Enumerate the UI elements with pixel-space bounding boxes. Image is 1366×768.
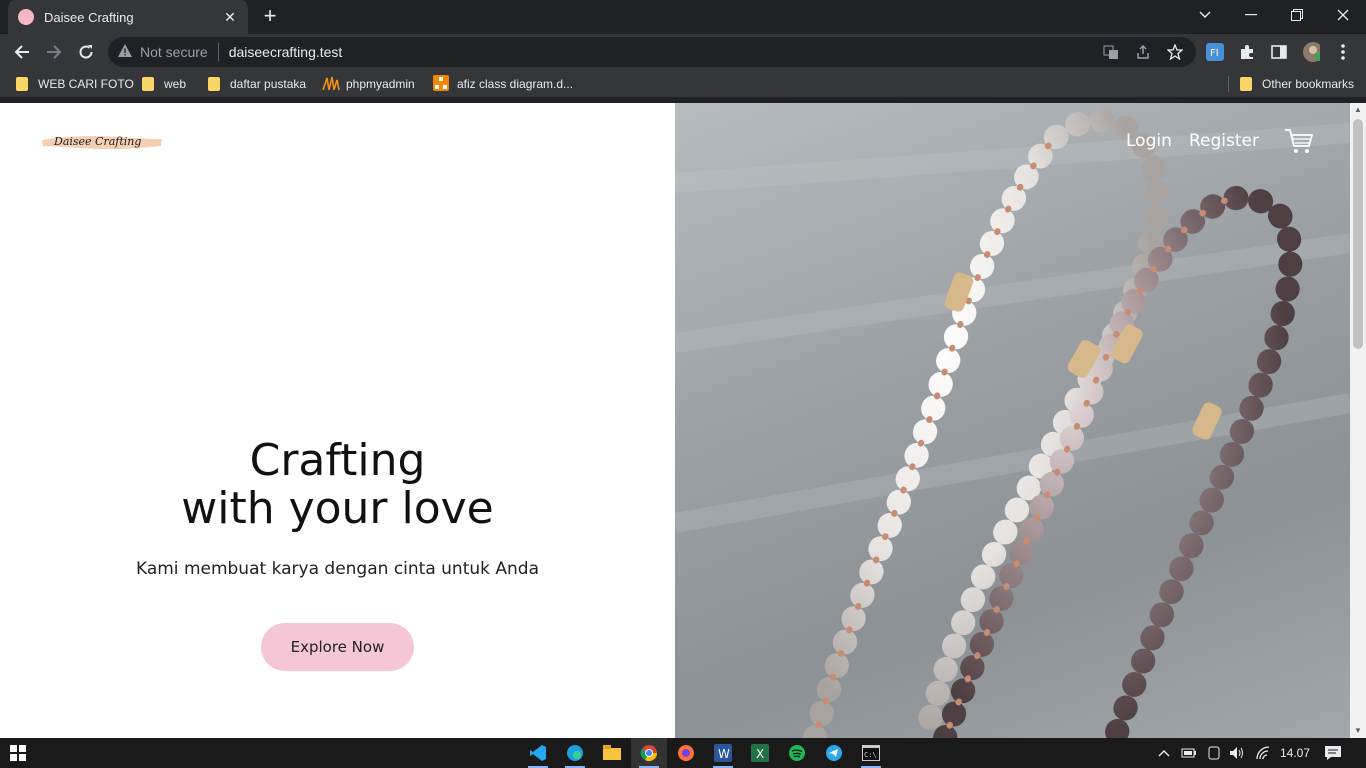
new-tab-button[interactable]: + (258, 5, 282, 28)
svg-text:C:\: C:\ (864, 751, 877, 759)
bookmark-label: Other bookmarks (1262, 77, 1355, 91)
profile-avatar[interactable] (1302, 42, 1320, 62)
site-logo[interactable]: Daisee Crafting (40, 131, 164, 153)
not-secure-label[interactable]: Not secure (140, 44, 208, 60)
bookmarks-separator (1228, 76, 1229, 92)
pearl-bracelets-image (675, 108, 1350, 738)
chrome-icon[interactable] (631, 738, 667, 768)
folder-icon (142, 77, 154, 91)
restore-button[interactable] (1274, 0, 1320, 30)
close-window-button[interactable] (1320, 0, 1366, 30)
headline-line-2: with your love (181, 483, 494, 534)
telegram-icon[interactable] (816, 738, 852, 768)
forward-arrow-icon[interactable] (42, 40, 66, 64)
bookmark-phpmyadmin[interactable]: phpmyadmin (322, 75, 415, 93)
spotify-icon[interactable] (779, 738, 815, 768)
bookmarks-bar: WEB CARI FOTO web daftar pustaka phpmyad… (0, 70, 1366, 98)
folder-icon (208, 77, 220, 91)
url-text[interactable]: daiseecrafting.test (229, 44, 343, 60)
svg-text:FI: FI (1210, 48, 1219, 59)
bookmark-daftar-pustaka[interactable]: daftar pustaka (208, 75, 306, 93)
bookmark-label: afiz class diagram.d... (457, 77, 574, 91)
translate-icon[interactable] (1102, 44, 1120, 62)
warning-icon[interactable] (118, 44, 132, 60)
site-favicon-icon (18, 9, 34, 25)
address-bar[interactable]: Not secure daiseecrafting.test (108, 37, 1196, 67)
minimize-button[interactable] (1228, 0, 1274, 30)
bookmark-web-cari-foto[interactable]: WEB CARI FOTO (16, 75, 134, 93)
scrollbar-thumb[interactable] (1353, 119, 1363, 349)
bookmark-label: WEB CARI FOTO (38, 77, 134, 91)
headline-line-1: Crafting (249, 435, 426, 486)
bookmark-label: web (164, 77, 187, 91)
edge-icon[interactable] (557, 738, 593, 768)
command-prompt-icon[interactable]: C:\ (853, 738, 889, 768)
windows-start-icon[interactable] (0, 738, 36, 768)
browser-toolbar: Not secure daiseecrafting.test FI (0, 34, 1366, 70)
scroll-up-arrow-icon[interactable]: ▲ (1350, 103, 1366, 117)
volume-icon[interactable] (1229, 738, 1245, 768)
wifi-icon[interactable] (1255, 738, 1271, 768)
svg-text:X: X (756, 747, 764, 761)
vscode-icon[interactable] (520, 738, 556, 768)
extension-fi-icon[interactable]: FI (1206, 43, 1224, 61)
logo-text: Daisee Crafting (53, 135, 141, 148)
phpmyadmin-icon (322, 76, 340, 93)
back-arrow-icon[interactable] (10, 40, 34, 64)
clock[interactable]: 14.07 (1280, 738, 1310, 768)
word-icon[interactable]: W (705, 738, 741, 768)
tab-title: Daisee Crafting (44, 9, 134, 25)
browser-tab[interactable]: Daisee Crafting ✕ (8, 0, 248, 34)
tab-search-icon[interactable] (1182, 0, 1228, 30)
folder-icon (16, 77, 28, 91)
omnibox-separator (217, 43, 219, 61)
tab-close-icon[interactable]: ✕ (222, 9, 238, 26)
notifications-icon[interactable] (1324, 738, 1342, 768)
shopping-cart-icon[interactable] (1284, 127, 1314, 155)
extensions-puzzle-icon[interactable] (1238, 43, 1256, 61)
bookmark-other-bookmarks[interactable]: Other bookmarks (1240, 75, 1354, 93)
chrome-menu-icon[interactable] (1334, 43, 1352, 61)
explore-now-button[interactable]: Explore Now (261, 623, 414, 671)
share-icon[interactable] (1134, 44, 1152, 62)
firefox-icon[interactable] (668, 738, 704, 768)
file-explorer-icon[interactable] (594, 738, 630, 768)
device-icon[interactable] (1207, 738, 1221, 768)
web-page: Daisee Crafting Login Register Crafting … (0, 103, 1366, 738)
bookmark-label: daftar pustaka (230, 77, 307, 91)
login-link[interactable]: Login (1126, 131, 1172, 151)
hero-subtitle: Kami membuat karya dengan cinta untuk An… (135, 559, 539, 579)
svg-text:W: W (718, 747, 730, 761)
excel-icon[interactable]: X (742, 738, 778, 768)
folder-icon (1240, 77, 1252, 91)
hero-image (675, 103, 1350, 738)
hero-headline: Crafting with your love (0, 437, 675, 533)
bookmark-web[interactable]: web (142, 75, 186, 93)
windows-taskbar: W X C:\ 14.07 (0, 738, 1366, 768)
bookmark-afiz-class-diagram[interactable]: afiz class diagram.d... (433, 74, 574, 94)
scroll-down-arrow-icon[interactable]: ▼ (1350, 724, 1366, 738)
side-panel-icon[interactable] (1270, 43, 1288, 61)
tab-strip: Daisee Crafting ✕ + (0, 0, 1366, 34)
show-hidden-icons-icon[interactable] (1158, 738, 1170, 768)
bookmark-label: phpmyadmin (346, 77, 415, 91)
bookmark-star-icon[interactable] (1166, 43, 1184, 62)
register-link[interactable]: Register (1189, 131, 1259, 151)
diagram-icon (433, 74, 449, 94)
page-scrollbar[interactable]: ▲ ▼ (1350, 103, 1366, 738)
reload-icon[interactable] (74, 40, 98, 64)
battery-icon[interactable] (1181, 738, 1197, 768)
